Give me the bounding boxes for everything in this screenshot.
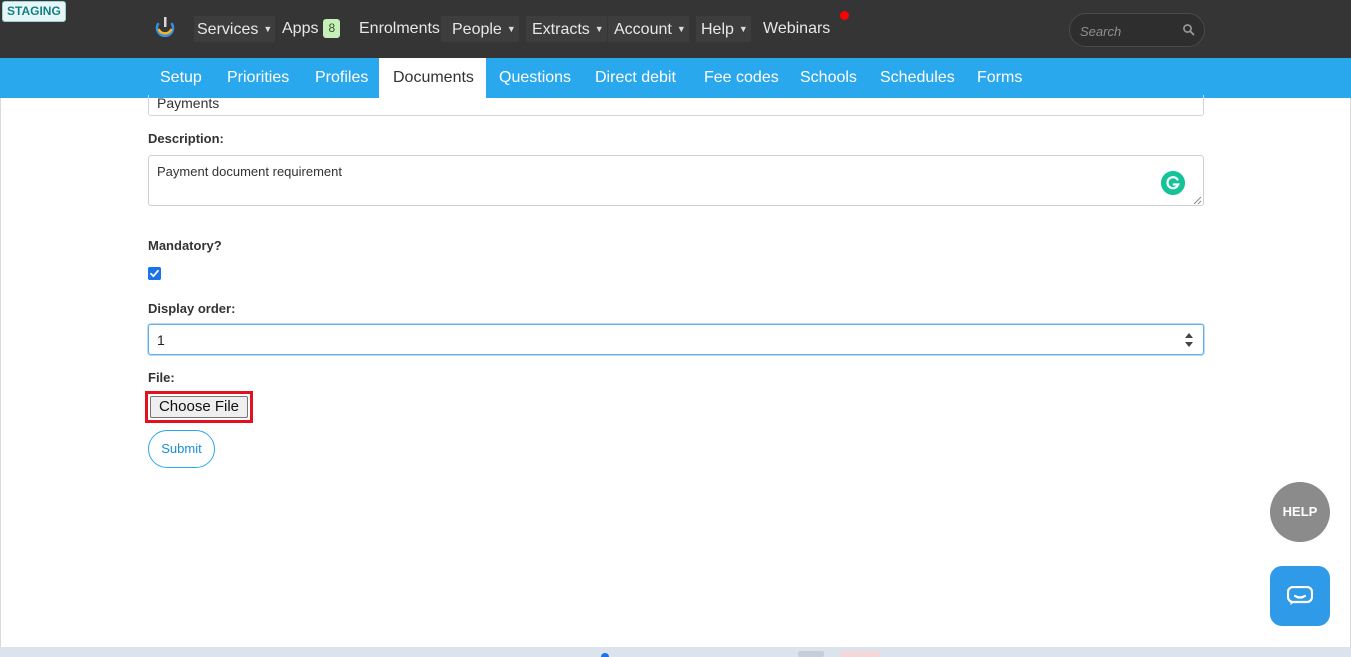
taskbar-strip	[0, 647, 1351, 657]
display-order-value: 1	[157, 332, 165, 348]
spinner-icon[interactable]	[1185, 332, 1193, 348]
grammarly-icon[interactable]	[1161, 171, 1185, 195]
label-field-value: Payments	[157, 95, 220, 111]
nav-apps-label: Apps	[282, 20, 319, 37]
search-icon[interactable]	[1182, 23, 1196, 37]
chevron-down-icon: ▼	[738, 24, 748, 34]
display-order-input[interactable]: 1	[148, 324, 1204, 355]
nav-services[interactable]: Services ▼	[194, 16, 276, 42]
chevron-down-icon: ▼	[676, 24, 686, 34]
nav-extracts-label: Extracts	[532, 21, 590, 38]
tab-setup[interactable]: Setup	[147, 58, 215, 98]
description-field[interactable]	[148, 155, 1204, 206]
tab-direct-debit[interactable]: Direct debit	[582, 58, 689, 98]
nav-extracts[interactable]: Extracts ▼	[526, 16, 607, 42]
help-button[interactable]: HELP	[1270, 482, 1330, 542]
resize-grip-icon[interactable]	[1193, 196, 1202, 205]
mandatory-checkbox[interactable]	[148, 267, 161, 280]
settings-tabs: Setup Priorities Profiles Documents Ques…	[0, 58, 1351, 98]
display-order-label: Display order:	[148, 301, 236, 316]
file-label: File:	[148, 370, 175, 385]
description-label: Description:	[148, 131, 224, 146]
nav-people[interactable]: People ▼	[441, 16, 519, 42]
tab-profiles[interactable]: Profiles	[302, 58, 381, 98]
apps-count-badge: 8	[323, 19, 341, 38]
notification-dot	[840, 11, 849, 20]
nav-account-label: Account	[614, 21, 672, 38]
chevron-down-icon: ▼	[263, 24, 273, 34]
nav-enrolments[interactable]: Enrolments	[356, 16, 443, 42]
chevron-down-icon: ▼	[506, 24, 516, 34]
mandatory-label: Mandatory?	[148, 238, 222, 253]
nav-help[interactable]: Help ▼	[696, 16, 751, 42]
nav-account[interactable]: Account ▼	[608, 16, 689, 42]
top-navbar: STAGING Services ▼ Apps 8 Enrolments Peopl…	[0, 0, 1351, 58]
nav-services-label: Services	[197, 21, 259, 38]
nav-apps[interactable]: Apps 8	[279, 16, 343, 42]
search-box	[1069, 13, 1205, 47]
nav-enrolments-label: Enrolments	[359, 20, 440, 37]
label-field[interactable]: Payments	[148, 95, 1204, 116]
environment-badge: STAGING	[2, 1, 66, 22]
chevron-down-icon: ▼	[594, 24, 604, 34]
nav-webinars[interactable]: Webinars	[760, 16, 833, 42]
taskbar-item	[840, 651, 880, 657]
nav-webinars-label: Webinars	[763, 20, 831, 37]
tab-schedules[interactable]: Schedules	[867, 58, 968, 98]
taskbar-indicator	[601, 653, 609, 657]
chat-button[interactable]	[1270, 566, 1330, 626]
tab-schools[interactable]: Schools	[787, 58, 870, 98]
choose-file-button[interactable]: Choose File	[150, 396, 248, 418]
search-input[interactable]	[1080, 21, 1170, 41]
tab-questions[interactable]: Questions	[486, 58, 584, 98]
chat-icon	[1287, 586, 1313, 605]
tab-priorities[interactable]: Priorities	[214, 58, 302, 98]
tab-documents[interactable]: Documents	[379, 58, 486, 98]
submit-button[interactable]: Submit	[148, 430, 215, 468]
nav-people-label: People	[452, 21, 502, 38]
tab-fee-codes[interactable]: Fee codes	[691, 58, 792, 98]
nav-help-label: Help	[701, 21, 734, 38]
taskbar-item	[798, 651, 824, 657]
tab-forms[interactable]: Forms	[964, 58, 1035, 98]
logo-icon[interactable]	[153, 15, 177, 39]
